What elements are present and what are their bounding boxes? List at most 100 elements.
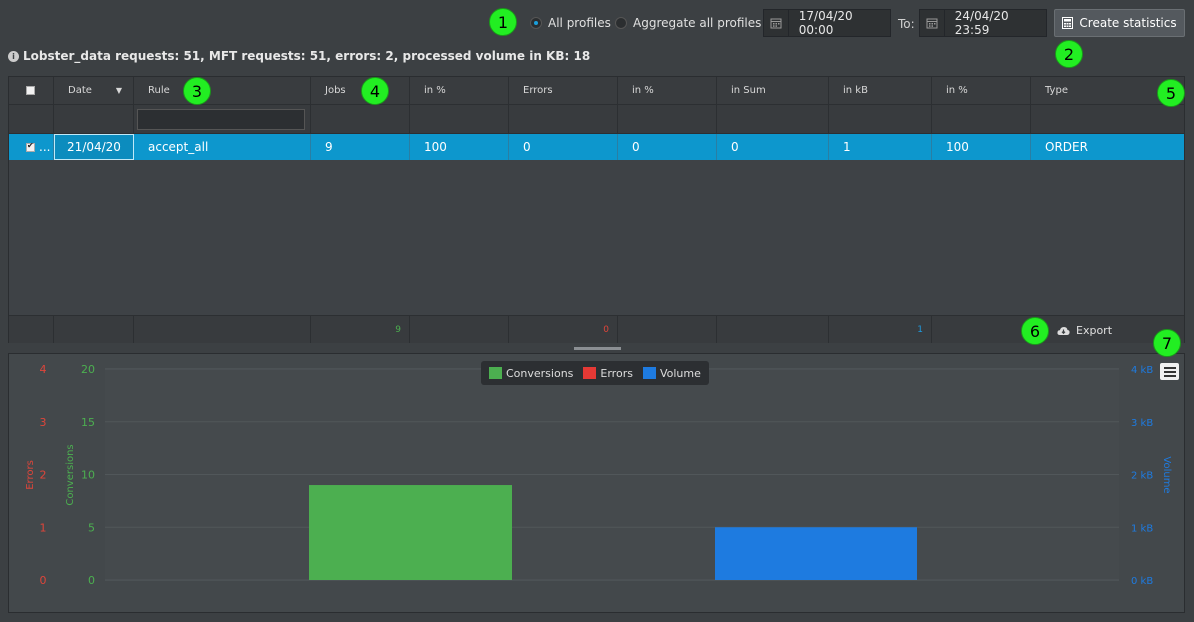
legend-item-volume[interactable]: Volume (642, 367, 701, 380)
radio-dot-selected[interactable] (530, 17, 542, 29)
statistics-chart: 0 1 2 3 4 0 5 10 15 20 0 kB 1 kB 2 kB 3 kB 4 kB Errors C… (8, 353, 1185, 613)
conversions-tick-label: 20 (81, 363, 95, 376)
annotation-marker: 7 (1153, 329, 1181, 357)
to-label: To: (898, 17, 915, 31)
summary-info: i Lobster_data requests: 51, MFT request… (8, 49, 590, 63)
volume-tick-label: 1 kB (1131, 523, 1153, 534)
filter-cell (9, 105, 54, 133)
annotation-marker: 1 (489, 8, 517, 36)
date-from-input[interactable]: 17/04/20 00:00 (763, 9, 891, 37)
select-all-checkbox[interactable] (26, 86, 35, 95)
summary-text: Lobster_data requests: 51, MFT requests:… (23, 49, 591, 63)
legend-label: Conversions (506, 366, 574, 380)
volume-tick-label: 4 kB (1131, 365, 1153, 376)
grid-filter-row (9, 105, 1184, 134)
annotation-marker: 5 (1157, 79, 1185, 107)
col-in-kb-pct-label: in % (946, 85, 968, 96)
filter-cell (410, 105, 509, 133)
volume-tick-label: 0 kB (1131, 576, 1153, 587)
cell-in-kb[interactable]: 1 (829, 134, 932, 160)
col-rule[interactable]: Rule (134, 77, 311, 104)
conversions-tick-label: 5 (88, 521, 95, 534)
row-checkbox-cell[interactable]: ... (9, 134, 54, 160)
errors-tick-label: 1 (40, 521, 47, 534)
bar-volume (715, 527, 917, 580)
filter-cell (829, 105, 932, 133)
col-in-kb[interactable]: in kB (829, 77, 932, 104)
cell-in-kb-value: 1 (843, 140, 851, 154)
col-jobs-pct-label: in % (424, 85, 446, 96)
filter-cell (134, 105, 311, 133)
chart-menu-icon[interactable] (1160, 363, 1179, 380)
volume-tick-label: 2 kB (1131, 471, 1153, 482)
col-date-label: Date (68, 85, 92, 96)
export-button[interactable]: Export (1057, 324, 1112, 337)
filter-cell (509, 105, 618, 133)
cell-errors[interactable]: 0 (509, 134, 618, 160)
splitter-handle[interactable] (574, 347, 621, 350)
col-in-kb-pct[interactable]: in % (932, 77, 1031, 104)
annotation-marker: 6 (1021, 317, 1049, 345)
conversions-axis-title: Conversions (65, 444, 76, 505)
cell-jobs[interactable]: 9 (311, 134, 410, 160)
cell-in-kb-pct-value: 100 (946, 140, 969, 154)
filter-cell (618, 105, 717, 133)
cell-rule-value: accept_all (148, 140, 209, 154)
radio-aggregate-profiles[interactable]: Aggregate all profiles (615, 16, 761, 30)
cloud-download-icon (1057, 326, 1070, 335)
legend-label: Errors (600, 366, 633, 380)
col-type-label: Type (1045, 85, 1068, 96)
export-label: Export (1076, 324, 1113, 337)
footer-cell (410, 316, 509, 343)
col-errors[interactable]: Errors (509, 77, 618, 104)
row-checkbox[interactable] (26, 141, 35, 152)
col-jobs-label: Jobs (325, 85, 346, 96)
cell-jobs-pct[interactable]: 100 (410, 134, 509, 160)
date-to-value: 24/04/20 23:59 (954, 9, 1009, 37)
cell-in-sum[interactable]: 0 (717, 134, 829, 160)
filter-cell (717, 105, 829, 133)
calendar-icon[interactable] (920, 10, 945, 36)
col-jobs-pct[interactable]: in % (410, 77, 509, 104)
calendar-icon[interactable] (764, 10, 789, 36)
date-to-input[interactable]: 24/04/20 23:59 (919, 9, 1047, 37)
footer-cell (618, 316, 717, 343)
create-statistics-label: Create statistics (1079, 16, 1177, 30)
cell-errors-pct-value: 0 (632, 140, 640, 154)
conversions-tick-label: 0 (88, 574, 95, 587)
chart-legend: Conversions Errors Volume (481, 361, 709, 385)
footer-errors-total: 0 (509, 316, 618, 343)
sort-down-icon[interactable]: ▼ (116, 86, 122, 95)
radio-dot[interactable] (615, 17, 627, 29)
col-errors-pct[interactable]: in % (618, 77, 717, 104)
errors-tick-label: 0 (40, 574, 47, 587)
radio-all-profiles[interactable]: All profiles (530, 16, 611, 30)
conversions-tick-label: 10 (81, 469, 95, 482)
cell-type[interactable]: ORDER (1031, 134, 1184, 160)
select-all-checkbox-cell[interactable] (9, 77, 54, 104)
col-in-sum[interactable]: in Sum (717, 77, 829, 104)
date-from-value: 17/04/20 00:00 (798, 9, 853, 37)
cell-in-kb-pct[interactable]: 100 (932, 134, 1031, 160)
legend-item-conversions[interactable]: Conversions (489, 367, 573, 380)
legend-item-errors[interactable]: Errors (583, 367, 633, 380)
cell-date[interactable]: 21/04/20 (54, 134, 134, 160)
filter-cell (1031, 105, 1184, 133)
statistics-grid: Date ▼ Rule Jobs in % Errors in % in Sum … (8, 76, 1185, 343)
rule-filter-input[interactable] (137, 108, 305, 130)
col-in-sum-label: in Sum (731, 85, 766, 96)
errors-tick-label: 4 (40, 363, 47, 376)
create-statistics-button[interactable]: Create statistics (1054, 9, 1185, 37)
radio-aggregate-label: Aggregate all profiles (633, 16, 762, 30)
footer-jobs-total: 9 (311, 316, 410, 343)
bar-conversions (309, 485, 512, 580)
col-errors-pct-label: in % (632, 85, 654, 96)
table-row[interactable]: ... 21/04/20 accept_all 9 100 0 0 0 1 10… (9, 134, 1184, 160)
cell-type-value: ORDER (1045, 140, 1088, 154)
conversions-tick-label: 15 (81, 416, 95, 429)
cell-jobs-value: 9 (325, 140, 333, 154)
cell-errors-pct[interactable]: 0 (618, 134, 717, 160)
cell-date-value: 21/04/20 (67, 140, 121, 154)
cell-rule[interactable]: accept_all (134, 134, 311, 160)
col-date[interactable]: Date ▼ (54, 77, 134, 104)
